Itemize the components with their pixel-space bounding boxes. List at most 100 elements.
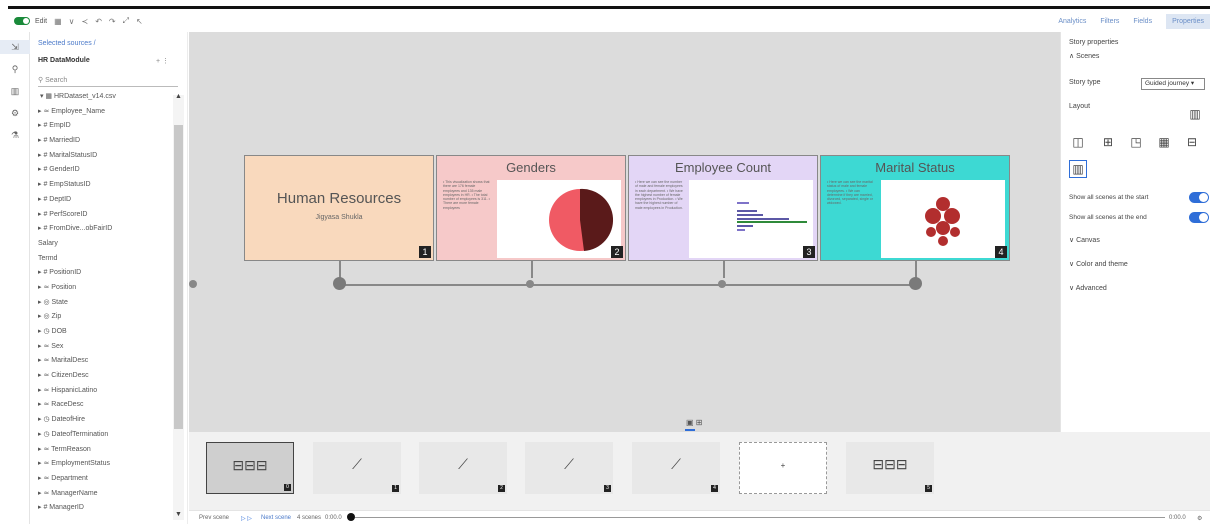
settings-icon[interactable]: ⚙ xyxy=(1197,515,1202,522)
scene-card-3[interactable]: Employee Count • Here we can see the num… xyxy=(628,155,818,261)
share-icon[interactable]: ≺ xyxy=(81,17,88,26)
scene-thumbnail[interactable]: ⊟⊟⊟ 0 xyxy=(206,442,294,494)
scroll-up-icon[interactable]: ▲ xyxy=(175,93,182,100)
scene-card-1[interactable]: Human Resources Jigyasa Shukla 1 xyxy=(244,155,434,261)
timeline-node-3[interactable] xyxy=(718,280,726,288)
pie-slice-male xyxy=(580,188,614,251)
scene-thumbnail[interactable]: ⟋ 1 xyxy=(313,442,401,494)
story-type-value: Guided journey xyxy=(1145,80,1190,87)
scene-thumbnail[interactable]: ⟋ 4 xyxy=(632,442,720,494)
show-start-switch[interactable] xyxy=(1189,192,1209,203)
grid-icon[interactable]: ▦ xyxy=(54,17,62,26)
pin-icon[interactable]: ⚲ xyxy=(0,62,30,76)
field-item[interactable]: ▸ # PositionID xyxy=(38,266,174,281)
search-input[interactable]: ⚲ Search xyxy=(38,76,178,87)
color-theme-section[interactable]: ∨ Color and theme xyxy=(1069,260,1128,268)
field-item[interactable]: ▸ # EmpStatusID xyxy=(38,178,174,193)
scrubber-track[interactable] xyxy=(355,517,1165,518)
pointer-icon[interactable]: ↖ xyxy=(136,17,143,26)
active-view-indicator xyxy=(685,429,695,431)
sources-icon[interactable]: ⇲ xyxy=(0,40,30,54)
field-item[interactable]: ▸ ≃ MaritalDesc xyxy=(38,354,174,369)
field-item[interactable]: ▸ ≃ CitizenDesc xyxy=(38,369,174,384)
field-item[interactable]: ▸ ≃ Sex xyxy=(38,340,174,355)
prev-scene-button[interactable]: Prev scene xyxy=(199,515,229,521)
field-item[interactable]: ▸ ◷ DOB xyxy=(38,325,174,340)
dataset-item[interactable]: ▾ ▦ HRDataset_v14.csv xyxy=(38,90,174,105)
scene-thumbnail[interactable]: ⟋ 3 xyxy=(525,442,613,494)
advanced-section[interactable]: ∨ Advanced xyxy=(1069,284,1107,292)
scroll-down-icon[interactable]: ▼ xyxy=(175,511,182,518)
timeline-node-2[interactable] xyxy=(526,280,534,288)
scrubber-handle[interactable] xyxy=(347,513,355,521)
visualizations-icon[interactable]: ▥ xyxy=(0,84,30,98)
field-item[interactable]: ▸ # FromDive...obFairID xyxy=(38,222,174,237)
expand-icon[interactable]: ⤢ xyxy=(123,16,129,26)
field-item[interactable]: ▸ # ManagerID xyxy=(38,501,174,516)
field-item[interactable]: Salary xyxy=(38,237,174,252)
story-type-select[interactable]: Guided journey ▾ xyxy=(1141,78,1205,90)
layout-option-1-icon[interactable]: ◫ xyxy=(1071,136,1085,148)
field-item[interactable]: ▸ ≃ TermReason xyxy=(38,443,174,458)
show-end-switch[interactable] xyxy=(1189,212,1209,223)
edit-toggle[interactable] xyxy=(14,17,30,25)
field-item[interactable]: ▸ # DeptID xyxy=(38,193,174,208)
field-item[interactable]: ▸ # EmpID xyxy=(38,119,174,134)
layout-option-4-icon[interactable]: ▦ xyxy=(1157,136,1171,148)
timeline-layout-icon[interactable]: ▥ xyxy=(1187,108,1203,120)
play-icon[interactable]: ▷ ▷ xyxy=(241,515,252,522)
module-actions[interactable]: + ⋮ xyxy=(156,57,169,65)
assistant-icon[interactable]: ⚗ xyxy=(0,128,30,142)
field-item[interactable]: ▸ ≃ EmploymentStatus xyxy=(38,457,174,472)
field-item[interactable]: ▸ ≃ Position xyxy=(38,281,174,296)
field-item[interactable]: ▸ ≃ Department xyxy=(38,472,174,487)
timeline-node-4[interactable] xyxy=(909,277,922,290)
scene-thumbnail[interactable]: ⟋ 2 xyxy=(419,442,507,494)
scene-card-4[interactable]: Marital Status • Here we can see the mar… xyxy=(820,155,1010,261)
field-item[interactable]: ▸ # GenderID xyxy=(38,163,174,178)
field-item[interactable]: Termd xyxy=(38,252,174,267)
field-item[interactable]: ▸ ≃ RaceDesc xyxy=(38,398,174,413)
thumbnail-number: 1 xyxy=(392,485,399,492)
breadcrumb[interactable]: Selected sources / xyxy=(38,40,96,47)
scroll-thumb[interactable] xyxy=(174,125,183,429)
redo-icon[interactable]: ↷ xyxy=(109,17,116,26)
field-item[interactable]: ▸ ◷ DateofHire xyxy=(38,413,174,428)
scene-card-2[interactable]: Genders • This visualization shows that … xyxy=(436,155,626,261)
field-item[interactable]: ▸ # MarriedID xyxy=(38,134,174,149)
layout-option-selected-icon[interactable]: ▥ xyxy=(1069,160,1087,178)
properties-tab[interactable]: Properties xyxy=(1166,13,1210,29)
widgets-icon[interactable]: ⚙ xyxy=(0,106,30,120)
data-module-name[interactable]: HR DataModule xyxy=(38,57,90,64)
bubble-chart xyxy=(925,197,960,246)
line-chart-icon: ⟋ xyxy=(564,456,574,472)
next-scene-button[interactable]: Next scene xyxy=(261,515,291,521)
field-scrollbar[interactable]: ▲ ▼ xyxy=(173,93,184,520)
playback-bar: Prev scene ▷ ▷ Next scene 4 scenes 0:00.… xyxy=(189,510,1210,524)
canvas-section[interactable]: ∨ Canvas xyxy=(1069,236,1100,244)
field-item[interactable]: ▸ # MaritalStatusID xyxy=(38,149,174,164)
scenes-section-toggle[interactable]: ∧ Scenes xyxy=(1069,52,1099,60)
filters-tab[interactable]: Filters xyxy=(1100,18,1119,25)
scene-thumbnail[interactable]: ⊟⊟⊟ 5 xyxy=(846,442,934,494)
timeline-node-1[interactable] xyxy=(333,277,346,290)
grid-view-icon[interactable]: ⊞ xyxy=(696,418,703,427)
add-scene-card[interactable]: + xyxy=(739,442,827,494)
field-item[interactable]: ▸ ◎ Zip xyxy=(38,310,174,325)
layout-option-2-icon[interactable]: ⊞ xyxy=(1101,136,1115,148)
field-item[interactable]: ▸ ◷ DateofTermination xyxy=(38,428,174,443)
timeline-resize-handle[interactable] xyxy=(189,280,197,288)
field-item[interactable]: ▸ # PerfScoreID xyxy=(38,208,174,223)
layout-option-3-icon[interactable]: ◳ xyxy=(1129,136,1143,148)
analytics-tab[interactable]: Analytics xyxy=(1058,18,1086,25)
pie-chart xyxy=(549,188,614,251)
field-item[interactable]: ▸ ≃ ManagerName xyxy=(38,487,174,502)
undo-icon[interactable]: ↶ xyxy=(95,17,102,26)
chevron-down-icon[interactable]: ∨ xyxy=(69,17,75,26)
field-item[interactable]: ▸ ≃ HispanicLatino xyxy=(38,384,174,399)
field-item[interactable]: ▸ ◎ State xyxy=(38,296,174,311)
fields-tab[interactable]: Fields xyxy=(1133,18,1152,25)
field-item[interactable]: ▸ ≃ Employee_Name xyxy=(38,105,174,120)
single-view-icon[interactable]: ▣ xyxy=(686,418,694,427)
layout-option-5-icon[interactable]: ⊟ xyxy=(1185,136,1199,148)
